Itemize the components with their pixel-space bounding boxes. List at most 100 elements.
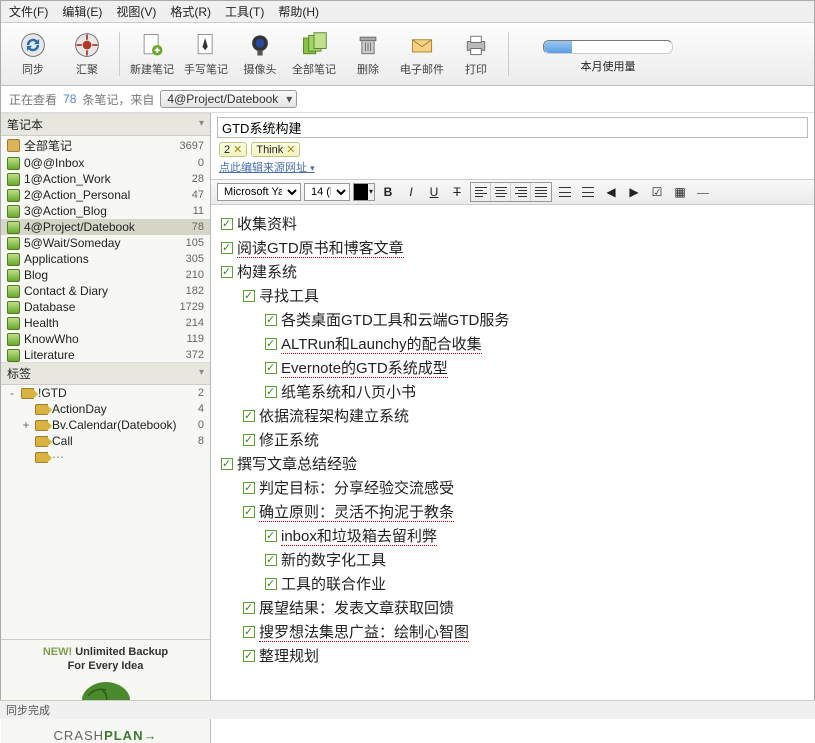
checkbox-icon[interactable] (265, 314, 277, 326)
notebook-item[interactable]: 2@Action_Personal47 (1, 187, 210, 203)
checkbox-icon[interactable] (243, 626, 255, 638)
outline-item[interactable]: 展望结果：发表文章获取回馈 (243, 597, 804, 621)
menu-file[interactable]: 文件(F) (9, 3, 48, 20)
outline-item[interactable]: 搜罗想法集思广益：绘制心智图 (243, 621, 804, 645)
menu-format[interactable]: 格式(R) (170, 3, 211, 20)
notebook-item[interactable]: Health214 (1, 315, 210, 331)
checkbox-icon[interactable] (243, 602, 255, 614)
checkbox-icon[interactable] (243, 650, 255, 662)
table-button[interactable]: ▦ (670, 183, 690, 201)
checkbox-icon[interactable] (221, 242, 233, 254)
remove-tag-icon[interactable]: ✕ (233, 143, 242, 156)
checkbox-icon[interactable] (265, 338, 277, 350)
checkbox-icon[interactable] (265, 362, 277, 374)
outline-item[interactable]: 收集资料 (221, 213, 804, 237)
align-center-button[interactable] (491, 183, 511, 201)
sync-button[interactable]: 同步 (7, 27, 59, 81)
outline-item[interactable]: Evernote的GTD系统成型 (265, 357, 804, 381)
checkbox-icon[interactable] (221, 266, 233, 278)
align-right-button[interactable] (511, 183, 531, 201)
notebook-item[interactable]: Contact & Diary182 (1, 283, 210, 299)
outline-item[interactable]: 撰写文章总结经验 (221, 453, 804, 477)
strike-button[interactable]: T (447, 183, 467, 201)
notebook-item[interactable]: 1@Action_Work28 (1, 171, 210, 187)
notebook-item[interactable]: 全部笔记3697 (1, 136, 210, 155)
email-button[interactable]: 电子邮件 (396, 27, 448, 81)
menu-edit[interactable]: 编辑(E) (62, 3, 102, 20)
outline-item[interactable]: 整理规划 (243, 645, 804, 669)
notebook-item[interactable]: 3@Action_Blog11 (1, 203, 210, 219)
checkbox-icon[interactable] (243, 434, 255, 446)
notebook-item[interactable]: 5@Wait/Someday105 (1, 235, 210, 251)
notebook-item[interactable]: Literature372 (1, 347, 210, 362)
menu-help[interactable]: 帮助(H) (278, 3, 319, 20)
checkbox-icon[interactable] (243, 506, 255, 518)
outline-item[interactable]: 寻找工具 (243, 285, 804, 309)
notebook-selector[interactable]: 4@Project/Datebook (160, 90, 297, 108)
checkbox-icon[interactable] (265, 530, 277, 542)
expand-icon[interactable]: - (7, 386, 17, 400)
notebook-item[interactable]: Database1729 (1, 299, 210, 315)
indent-button[interactable]: ▶ (624, 183, 644, 201)
delete-button[interactable]: 删除 (342, 27, 394, 81)
font-color-button[interactable]: ▾ (353, 183, 375, 201)
checkbox-icon[interactable] (265, 554, 277, 566)
menu-view[interactable]: 视图(V) (116, 3, 156, 20)
tag-item[interactable]: ActionDay4 (1, 401, 210, 417)
checkbox-icon[interactable] (221, 218, 233, 230)
notebook-item[interactable]: Blog210 (1, 267, 210, 283)
tag-item[interactable]: -!GTD2 (1, 385, 210, 401)
outline-item[interactable]: ALTRun和Launchy的配合收集 (265, 333, 804, 357)
outline-item[interactable]: 阅读GTD原书和博客文章 (221, 237, 804, 261)
checkbox-button[interactable]: ☑ (647, 183, 667, 201)
usage-bar[interactable] (543, 40, 673, 54)
notebooks-header[interactable]: 笔记本▾ (1, 113, 210, 136)
outline-item[interactable]: 各类桌面GTD工具和云端GTD服务 (265, 309, 804, 333)
hr-button[interactable]: — (693, 183, 713, 201)
checkbox-icon[interactable] (221, 458, 233, 470)
checkbox-icon[interactable] (265, 386, 277, 398)
ink-note-button[interactable]: 手写笔记 (180, 27, 232, 81)
notebook-item[interactable]: 4@Project/Datebook78 (1, 219, 210, 235)
gather-button[interactable]: 汇聚 (61, 27, 113, 81)
outline-item[interactable]: 构建系统 (221, 261, 804, 285)
checkbox-icon[interactable] (243, 410, 255, 422)
tags-header[interactable]: 标签▾ (1, 362, 210, 385)
tag-pill[interactable]: Think✕ (251, 142, 300, 157)
camera-button[interactable]: 摄像头 (234, 27, 286, 81)
edit-source-url-link[interactable]: 点此编辑来源网址 ▾ (219, 162, 315, 174)
outline-item[interactable]: 新的数字化工具 (265, 549, 804, 573)
outdent-button[interactable]: ◀ (601, 183, 621, 201)
checkbox-icon[interactable] (243, 482, 255, 494)
all-notes-button[interactable]: 全部笔记 (288, 27, 340, 81)
font-family-select[interactable]: Microsoft Ya (217, 183, 301, 201)
italic-button[interactable]: I (401, 183, 421, 201)
menu-tools[interactable]: 工具(T) (225, 3, 264, 20)
notebook-item[interactable]: KnowWho119 (1, 331, 210, 347)
ad-block[interactable]: NEW! Unlimited Backup For Every Idea CRA… (1, 639, 210, 743)
notebook-item[interactable]: Applications305 (1, 251, 210, 267)
tag-item[interactable]: ⋯ (1, 449, 210, 465)
bold-button[interactable]: B (378, 183, 398, 201)
underline-button[interactable]: U (424, 183, 444, 201)
note-editor[interactable]: 收集资料阅读GTD原书和博客文章构建系统寻找工具各类桌面GTD工具和云端GTD服… (211, 205, 814, 743)
outline-item[interactable]: inbox和垃圾箱去留利弊 (265, 525, 804, 549)
note-title-input[interactable] (217, 117, 808, 138)
checkbox-icon[interactable] (265, 578, 277, 590)
font-size-select[interactable]: 14 (l (304, 183, 350, 201)
notebook-item[interactable]: 0@@Inbox0 (1, 155, 210, 171)
outline-item[interactable]: 修正系统 (243, 429, 804, 453)
tag-pill[interactable]: 2✕ (219, 142, 247, 157)
align-left-button[interactable] (471, 183, 491, 201)
outline-item[interactable]: 纸笔系统和八页小书 (265, 381, 804, 405)
tag-item[interactable]: +Bv.Calendar(Datebook)0 (1, 417, 210, 433)
outline-item[interactable]: 依据流程架构建立系统 (243, 405, 804, 429)
print-button[interactable]: 打印 (450, 27, 502, 81)
align-justify-button[interactable] (531, 183, 551, 201)
bullet-list-button[interactable] (555, 183, 575, 201)
remove-tag-icon[interactable]: ✕ (286, 143, 295, 156)
new-note-button[interactable]: 新建笔记 (126, 27, 178, 81)
outline-item[interactable]: 工具的联合作业 (265, 573, 804, 597)
expand-icon[interactable]: + (21, 418, 31, 432)
outline-item[interactable]: 判定目标：分享经验交流感受 (243, 477, 804, 501)
